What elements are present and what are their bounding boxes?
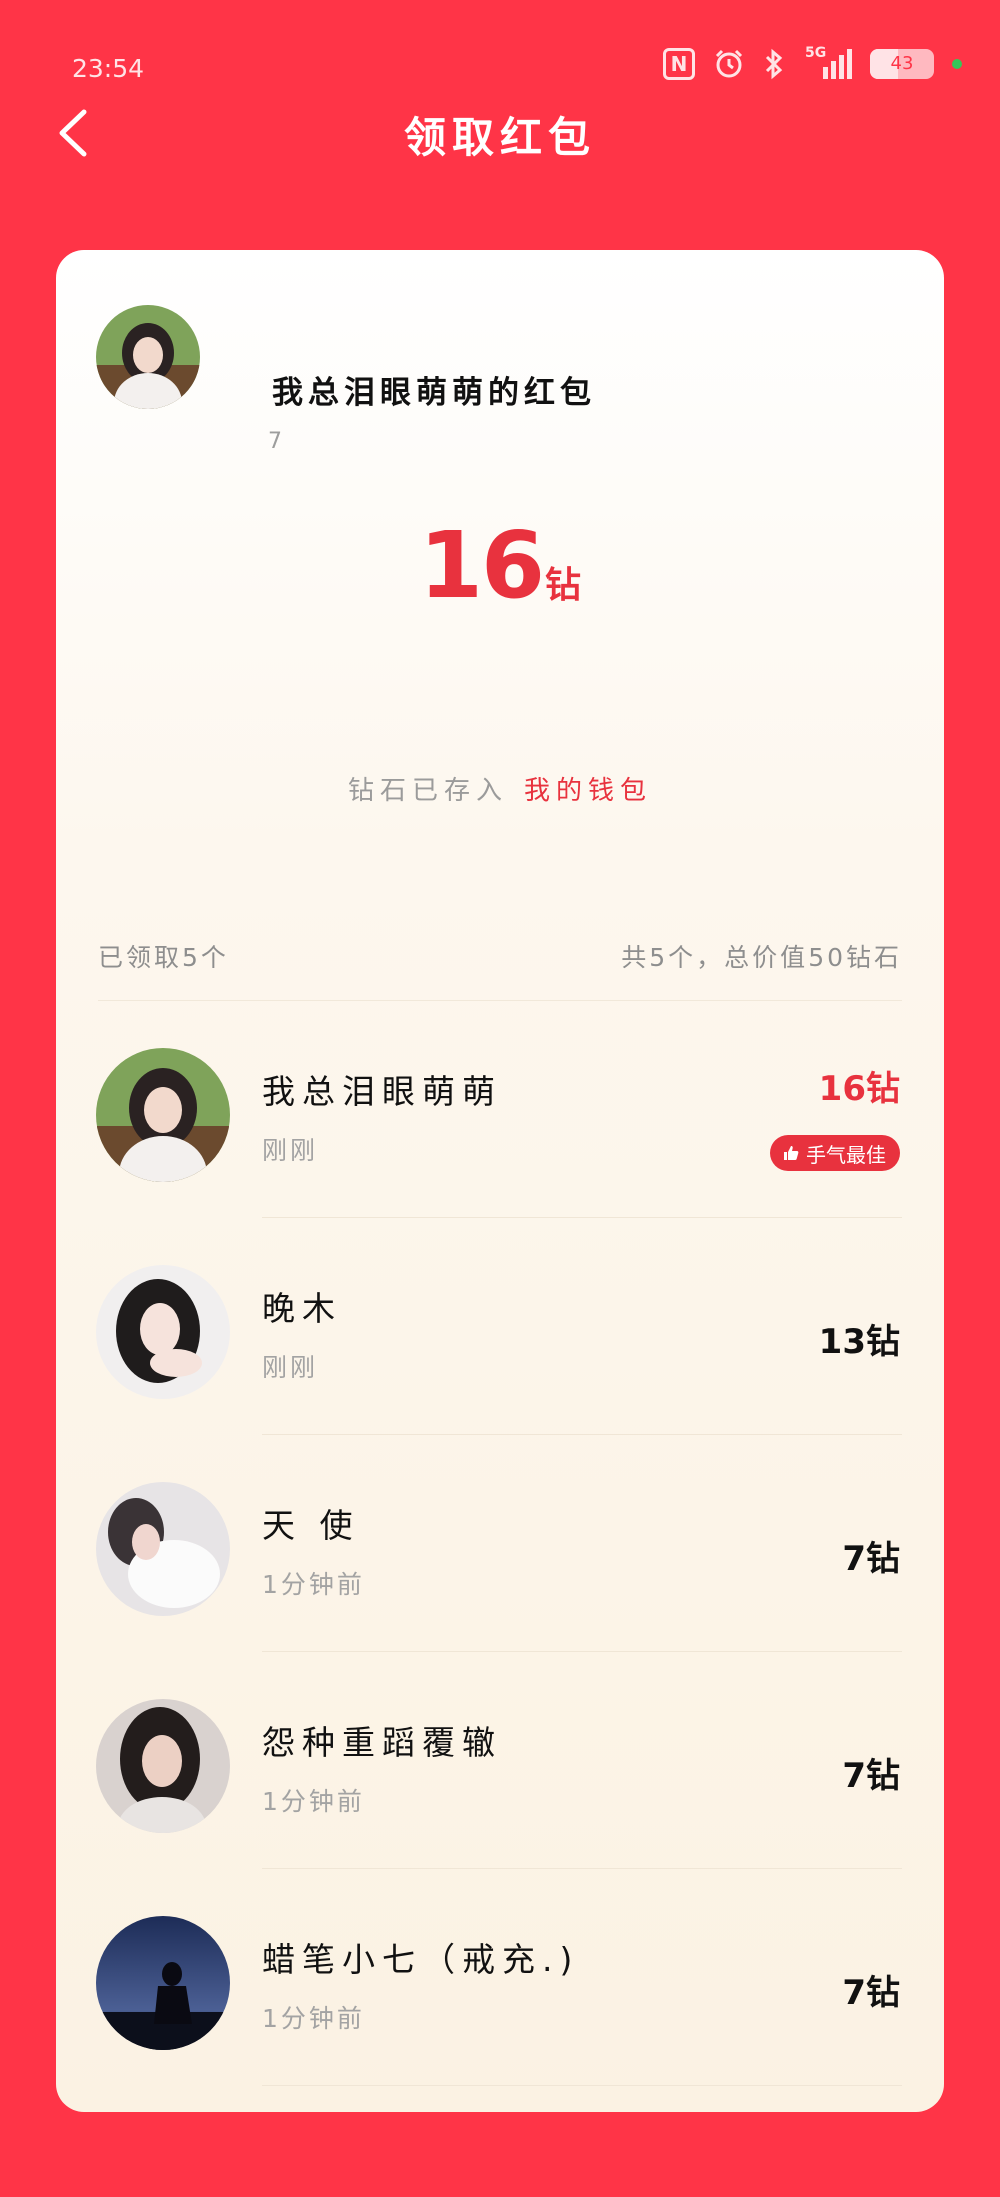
avatar[interactable] (96, 1916, 230, 2050)
recipient-name: 我总泪眼萌萌 (262, 1072, 502, 1111)
my-wallet-link[interactable]: 我的钱包 (524, 776, 652, 806)
amount-value: 16 (418, 512, 545, 619)
recipient-time: 1分钟前 (262, 2004, 365, 2033)
privacy-indicator-dot (952, 59, 962, 69)
amount-unit: 钻 (545, 565, 582, 606)
recipient-amount: 7钻 (842, 1973, 900, 2013)
status-icons: N 5G 43 (663, 45, 962, 80)
status-time: 23:54 (72, 54, 145, 83)
recipient-list: 我总泪眼萌萌 刚刚 16钻 手气最佳 晚木 刚刚 13钻 天 使 1分钟前 7钻… (56, 1001, 944, 2086)
recipient-amount: 16钻 (818, 1069, 900, 1109)
list-item: 晚木 刚刚 13钻 (56, 1218, 944, 1435)
sender-subtitle: 7 (268, 429, 282, 454)
avatar[interactable] (96, 1048, 230, 1182)
thumbs-up-icon (784, 1146, 799, 1160)
status-bar: 23:54 N 5G 43 (0, 0, 1000, 110)
page-title: 领取红包 (403, 113, 596, 162)
wallet-note: 钻石已存入 我的钱包 (56, 770, 944, 807)
recipient-name: 晚木 (262, 1289, 342, 1328)
best-luck-badge: 手气最佳 (770, 1135, 900, 1171)
recipient-amount: 7钻 (842, 1539, 900, 1579)
recipient-time: 刚刚 (262, 1353, 319, 1382)
recipient-name: 蜡笔小七（戒充.) (262, 1940, 580, 1979)
recipient-time: 1分钟前 (262, 1570, 365, 1599)
avatar[interactable] (96, 1482, 230, 1616)
total-summary: 共5个，总价值50钻石 (621, 943, 902, 972)
list-item: 怨种重蹈覆辙 1分钟前 7钻 (56, 1652, 944, 1869)
divider (262, 2085, 902, 2086)
recipient-time: 1分钟前 (262, 1787, 365, 1816)
sender-avatar[interactable] (96, 305, 200, 409)
recipient-amount: 13钻 (818, 1322, 900, 1362)
list-item: 天 使 1分钟前 7钻 (56, 1435, 944, 1652)
alarm-icon (715, 49, 743, 78)
best-luck-label: 手气最佳 (806, 1142, 886, 1167)
recipient-name: 天 使 (262, 1506, 360, 1545)
wallet-note-text: 钻石已存入 (347, 776, 508, 806)
received-amount: 16钻 (56, 512, 944, 619)
signal-icon: 5G (803, 45, 852, 79)
red-packet-card: 我总泪眼萌萌的红包 7 16钻 钻石已存入 我的钱包 已领取5个 共5个，总价值5… (56, 250, 944, 2112)
avatar[interactable] (96, 1699, 230, 1833)
network-label: 5G (805, 45, 827, 61)
battery-level: 43 (890, 53, 914, 74)
nfc-icon: N (663, 48, 695, 80)
recipient-time: 刚刚 (262, 1136, 319, 1165)
battery-icon: 43 (870, 49, 934, 79)
avatar[interactable] (96, 1265, 230, 1399)
sender-name: 我总泪眼萌萌的红包 (272, 375, 596, 411)
list-item: 蜡笔小七（戒充.) 1分钟前 7钻 (56, 1869, 944, 2086)
recipient-name: 怨种重蹈覆辙 (262, 1723, 502, 1762)
sender-info: 我总泪眼萌萌的红包 7 (96, 305, 896, 454)
received-count: 已领取5个 (98, 943, 229, 972)
recipient-amount: 7钻 (842, 1756, 900, 1796)
list-item: 我总泪眼萌萌 刚刚 16钻 手气最佳 (56, 1001, 944, 1218)
bluetooth-icon (765, 48, 783, 80)
